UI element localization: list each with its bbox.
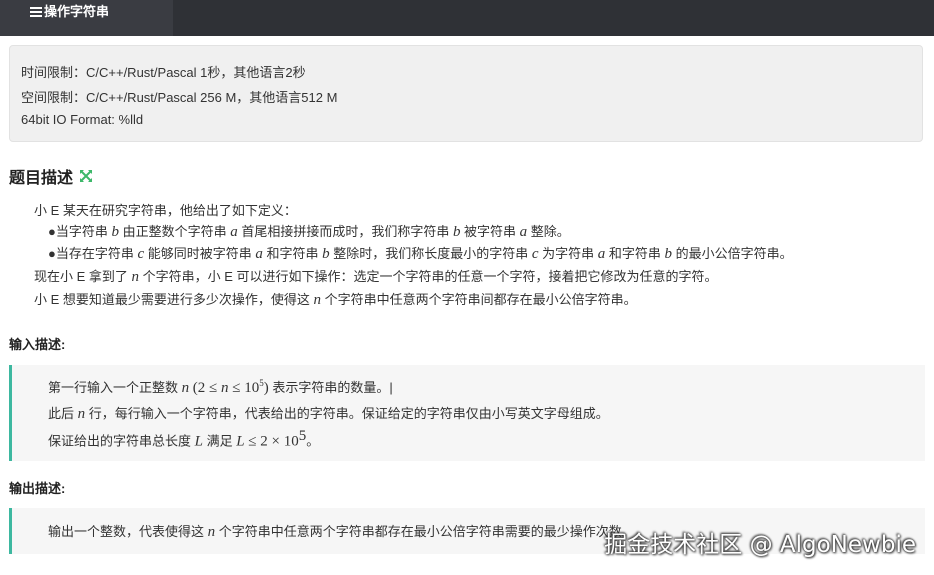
text: 和字符串: [605, 246, 665, 261]
math-var: n: [181, 380, 190, 396]
problem-tab-label: 操作字符串: [44, 4, 110, 19]
input-line-3: 保证给出的字符串总长度 L 满足 L ≤ 2 × 105。: [48, 428, 319, 450]
input-title: 输入描述:: [9, 337, 66, 352]
math-var: n: [131, 269, 140, 285]
text: 被字符串: [460, 224, 520, 239]
io-format: 64bit IO Format: %lld: [21, 112, 144, 127]
text: 由正整数个字符串: [118, 224, 231, 239]
text: ●当存在字符串: [48, 246, 138, 261]
description-title-text: 题目描述: [9, 170, 74, 187]
text: 个字符串中任意两个字符串都存在最小公倍字符串需要的最少操作次数。: [215, 524, 635, 539]
output-title: 输出描述:: [9, 481, 66, 496]
text: 满足: [202, 433, 237, 449]
math-expr: (2 ≤ n ≤ 105): [192, 378, 269, 396]
math-var: b: [111, 224, 119, 240]
text: 行，每行输入一个字符串，代表给出的字符串。保证给定的字符串仅由小写英文字母组成。: [85, 406, 609, 421]
text: 整除。: [527, 224, 570, 239]
input-line-2: 此后 n 行，每行输入一个字符串，代表给出的字符串。保证给定的字符串仅由小写英文…: [48, 403, 609, 423]
math-var: L: [236, 433, 245, 450]
text: 整除时，我们称长度最小的字符串: [329, 246, 532, 261]
math-var: n: [77, 406, 86, 422]
math-var: n: [313, 292, 322, 308]
text: 。: [306, 433, 320, 449]
top-bar: 操作字符串: [0, 0, 934, 36]
text: 保证给出的字符串总长度: [48, 433, 195, 449]
expand-icon[interactable]: [79, 169, 93, 183]
text: 小 E 想要知道最少需要进行多少次操作，使得这: [34, 292, 314, 307]
output-line-1: 输出一个整数，代表使得这 n 个字符串中任意两个字符串都存在最小公倍字符串需要的…: [48, 521, 635, 541]
text: 能够同时被字符串: [144, 246, 256, 261]
text: 的最小公倍字符串。: [671, 246, 793, 261]
text: 第一行输入一个正整数: [48, 380, 182, 395]
list-icon: [30, 7, 42, 17]
text: 表示字符串的数量。|: [268, 380, 393, 395]
text: 和字符串: [262, 246, 323, 261]
input-line-1: 第一行输入一个正整数 n (2 ≤ n ≤ 105) 表示字符串的数量。|: [48, 377, 393, 397]
math-var: a: [255, 246, 263, 262]
text: 个字符串，小 E 可以进行如下操作：选定一个字符串的任意一个字符，接着把它修改为…: [139, 269, 718, 284]
limits-box: 时间限制：C/C++/Rust/Pascal 1秒，其他语言2秒 空间限制：C/…: [9, 45, 923, 142]
math-var: c: [531, 246, 539, 262]
desc-line-3: ●当存在字符串 c 能够同时被字符串 a 和字符串 b 整除时，我们称长度最小的…: [48, 243, 793, 263]
math: ≤ 10: [228, 380, 260, 396]
text: 个字符串中任意两个字符串间都存在最小公倍字符串。: [321, 292, 637, 307]
math-var: b: [664, 246, 672, 262]
desc-line-4: 现在小 E 拿到了 n 个字符串，小 E 可以进行如下操作：选定一个字符串的任意…: [34, 266, 718, 286]
time-limit: 时间限制：C/C++/Rust/Pascal 1秒，其他语言2秒: [21, 65, 306, 80]
description-title: 题目描述: [9, 164, 93, 188]
math-var: n: [207, 524, 216, 540]
problem-tab[interactable]: 操作字符串: [0, 0, 173, 36]
input-block: 第一行输入一个正整数 n (2 ≤ n ≤ 105) 表示字符串的数量。| 此后…: [9, 365, 925, 461]
math: ≤ 2 × 10: [244, 433, 299, 450]
text: 首尾相接拼接而成时，我们称字符串: [237, 224, 453, 239]
text: ●当字符串: [48, 224, 112, 239]
watermark: 掘金技术社区 @ AlgoNewbie: [604, 532, 916, 558]
desc-line-5: 小 E 想要知道最少需要进行多少次操作，使得这 n 个字符串中任意两个字符串间都…: [34, 289, 637, 309]
text: 此后: [48, 406, 78, 421]
math-var: a: [230, 224, 238, 240]
desc-line-2: ●当字符串 b 由正整数个字符串 a 首尾相接拼接而成时，我们称字符串 b 被字…: [48, 221, 570, 241]
space-limit: 空间限制：C/C++/Rust/Pascal 256 M，其他语言512 M: [21, 90, 338, 105]
text: 输出一个整数，代表使得这: [48, 524, 208, 539]
math-var: b: [322, 246, 330, 262]
desc-line-1: 小 E 某天在研究字符串，他给出了如下定义：: [34, 203, 297, 218]
text: 现在小 E 拿到了: [34, 269, 132, 284]
text: 为字符串: [538, 246, 598, 261]
math-var: L: [194, 433, 203, 450]
math: (2 ≤: [192, 380, 221, 396]
